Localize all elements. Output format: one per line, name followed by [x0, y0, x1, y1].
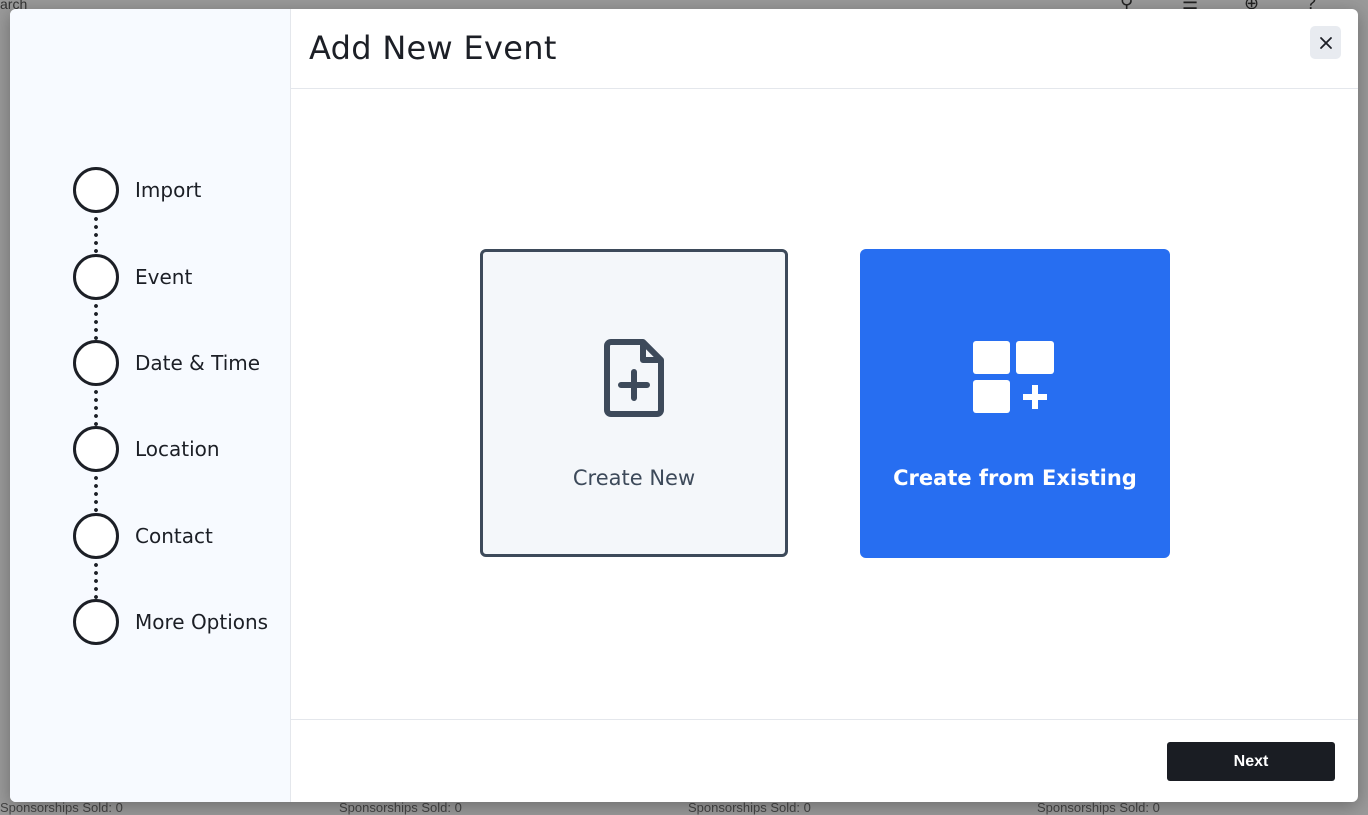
step-label: More Options: [135, 610, 269, 634]
create-new-label: Create New: [572, 466, 696, 490]
step-label: Date & Time: [135, 351, 261, 375]
modal-title: Add New Event: [309, 29, 557, 67]
modal-main: Add New Event Create New Create from Exi…: [291, 9, 1358, 802]
step-import[interactable]: Import: [73, 167, 201, 213]
modal-header: Add New Event: [291, 9, 1358, 89]
create-from-existing-option[interactable]: Create from Existing: [860, 249, 1170, 558]
create-new-option[interactable]: Create New: [480, 249, 788, 557]
background-footer-item: Sponsorships Sold: 0: [688, 800, 811, 815]
step-location[interactable]: Location: [73, 426, 220, 472]
background-footer-item: Sponsorships Sold: 0: [1037, 800, 1160, 815]
step-connector: [94, 388, 98, 426]
step-label: Import: [135, 178, 202, 202]
background-footer-item: Sponsorships Sold: 0: [339, 800, 462, 815]
close-x-icon: [1319, 36, 1332, 49]
step-circle: [73, 513, 119, 559]
step-contact[interactable]: Contact: [73, 513, 213, 559]
close-button[interactable]: [1310, 26, 1341, 59]
create-from-existing-label: Create from Existing: [893, 466, 1137, 490]
grid-plus-icon: [973, 341, 1054, 413]
step-more-options[interactable]: More Options: [73, 599, 268, 645]
step-connector: [94, 561, 98, 599]
step-label: Event: [135, 265, 193, 289]
file-plus-icon: [604, 339, 664, 417]
modal-footer: Next: [291, 719, 1358, 802]
step-connector: [94, 215, 98, 253]
step-circle: [73, 254, 119, 300]
step-connector: [94, 302, 98, 340]
background-footer: Sponsorships Sold: 0 Sponsorships Sold: …: [0, 800, 1368, 815]
step-circle: [73, 340, 119, 386]
step-date-time[interactable]: Date & Time: [73, 340, 260, 386]
background-footer-item: Sponsorships Sold: 0: [0, 800, 123, 815]
step-circle: [73, 599, 119, 645]
step-label: Location: [135, 437, 220, 461]
step-circle: [73, 426, 119, 472]
step-connector: [94, 474, 98, 512]
step-label: Contact: [135, 524, 213, 548]
add-event-modal: Import Event Date & Time Location Contac…: [10, 9, 1358, 802]
step-circle: [73, 167, 119, 213]
next-button[interactable]: Next: [1167, 742, 1335, 781]
step-event[interactable]: Event: [73, 254, 192, 300]
wizard-steps-sidebar: Import Event Date & Time Location Contac…: [10, 9, 291, 802]
